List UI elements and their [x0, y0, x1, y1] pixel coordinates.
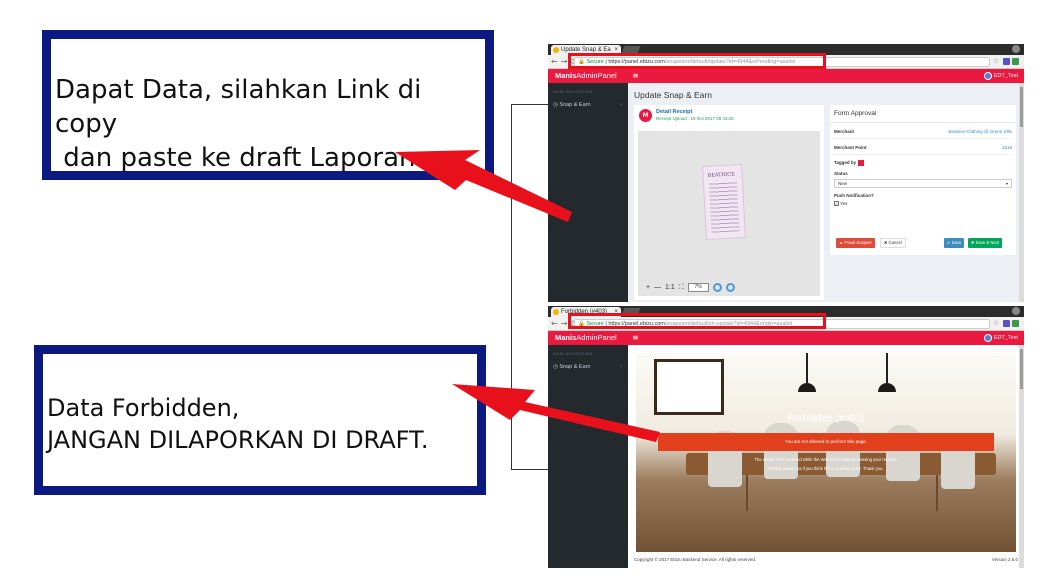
annotation-arrows: [395, 150, 660, 442]
arrow-top: [395, 150, 572, 222]
arrow-bottom: [452, 384, 660, 442]
